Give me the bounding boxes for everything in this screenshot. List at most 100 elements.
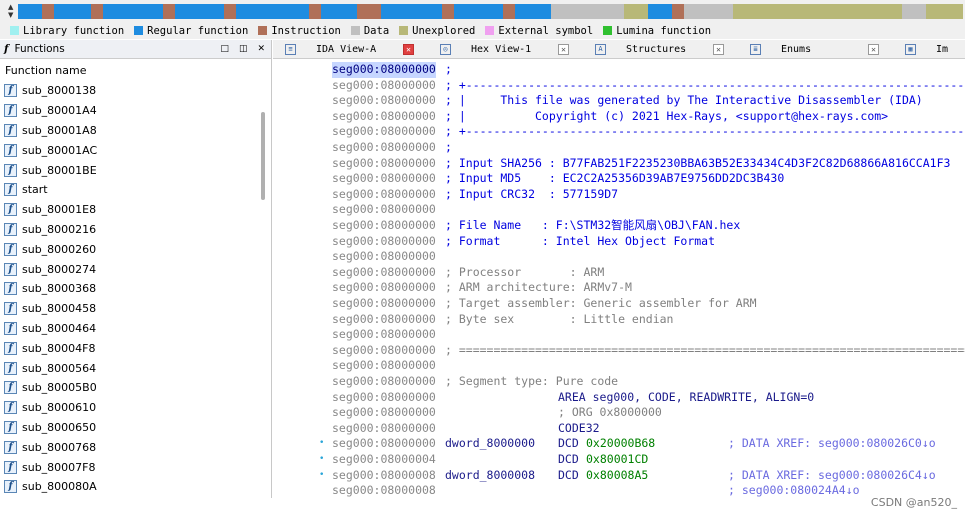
disasm-label[interactable]: dword_8000000 xyxy=(445,436,535,452)
navigation-strip-segment[interactable] xyxy=(320,4,358,19)
disasm-line[interactable]: seg000:08000000 ; Segment type: Pure code xyxy=(273,374,965,390)
navigation-strip-segment[interactable] xyxy=(684,4,733,19)
float-icon[interactable]: ◫ xyxy=(239,44,248,54)
ida-view-disassembly[interactable]: seg000:08000000; seg000:08000000; +------… xyxy=(273,60,965,498)
navigation-strip-segment[interactable] xyxy=(441,4,455,19)
function-list-item[interactable]: f sub_8000650 xyxy=(0,418,260,438)
restore-icon[interactable]: □ xyxy=(220,44,229,54)
navigation-strip-segment[interactable] xyxy=(623,4,648,19)
navigation-strip-segment[interactable] xyxy=(54,4,91,19)
disasm-line[interactable]: seg000:08000000 ; Input MD5 : EC2C2A25356… xyxy=(273,171,965,187)
disasm-line[interactable]: seg000:08000000 ; =======================… xyxy=(273,343,965,359)
navigation-strip-segment[interactable] xyxy=(163,4,176,19)
function-list-item[interactable]: f sub_8000564 xyxy=(0,358,260,378)
disasm-line[interactable]: seg000:08000000 ; Processor : ARM xyxy=(273,265,965,281)
function-list-item[interactable]: f sub_8000464 xyxy=(0,319,260,339)
disasm-line[interactable]: seg000:08000000 ; Input CRC32 : 577159D7 xyxy=(273,187,965,203)
disasm-line[interactable]: seg000:08000000 ; Input SHA256 : B77FAB25… xyxy=(273,156,965,172)
function-list-item[interactable]: f sub_80001BE xyxy=(0,160,260,180)
disasm-xref[interactable]: ; DATA XREF: seg000:080026C0↓o xyxy=(728,436,936,452)
disasm-line[interactable]: seg000:08000000 ; Format : Intel Hex Obje… xyxy=(273,234,965,250)
disasm-line[interactable]: seg000:08000000 ; Byte sex : Little endia… xyxy=(273,312,965,328)
navigation-strip-segment[interactable] xyxy=(381,4,442,19)
navigation-strip-segment[interactable] xyxy=(454,4,503,19)
function-list-item[interactable]: f sub_80001A8 xyxy=(0,121,260,141)
disasm-line[interactable]: seg000:08000000 ; | Copyright (c) 2021 He… xyxy=(273,109,965,125)
function-list-item[interactable]: f sub_8000458 xyxy=(0,299,260,319)
disasm-line[interactable]: • seg000:08000004 DCD 0x80001CD xyxy=(273,452,965,468)
tab-close-icon[interactable]: ✕ xyxy=(713,44,724,55)
navigation-strip-segment[interactable] xyxy=(42,4,55,19)
function-list-item[interactable]: f sub_8000260 xyxy=(0,239,260,259)
navigation-band[interactable]: ▲ ▼ xyxy=(0,0,965,22)
disasm-line[interactable]: seg000:08000000 ; +----------------------… xyxy=(273,78,965,94)
disasm-operand[interactable]: 0x80008A5 xyxy=(586,468,648,484)
function-list-item[interactable]: f sub_80005B0 xyxy=(0,378,260,398)
function-list-item[interactable]: f sub_8000368 xyxy=(0,279,260,299)
disasm-line[interactable]: • seg000:08000008 dword_8000008 DCD 0x80008A… xyxy=(273,468,965,484)
function-list-item[interactable]: f sub_80001A4 xyxy=(0,101,260,121)
disasm-line[interactable]: seg000:08000008 ; seg000:080024A4↓o xyxy=(273,483,965,498)
disasm-operand[interactable]: 0x20000B68 xyxy=(586,436,655,452)
disasm-line[interactable]: seg000:08000000 ; Target assembler: Gener… xyxy=(273,296,965,312)
disasm-line[interactable]: seg000:08000000 ; ARM architecture: ARMv7… xyxy=(273,280,965,296)
tab-ida-view-a[interactable]: ≡ IDA View-A ✕ xyxy=(273,40,428,58)
disasm-line[interactable]: seg000:08000000 xyxy=(273,327,965,343)
disasm-line[interactable]: seg000:08000000 xyxy=(273,358,965,374)
disasm-line[interactable]: seg000:08000000 ; File Name : F:\STM32智能风… xyxy=(273,218,965,234)
disasm-line[interactable]: seg000:08000000 ; ORG 0x8000000 xyxy=(273,405,965,421)
function-list-scrollbar[interactable] xyxy=(261,112,265,200)
tab-close-icon[interactable]: ✕ xyxy=(558,44,569,55)
navigation-strip-segment[interactable] xyxy=(175,4,224,19)
disasm-line[interactable]: seg000:08000000; xyxy=(273,62,965,78)
disasm-line[interactable]: seg000:08000000 CODE32 xyxy=(273,421,965,437)
disasm-operand[interactable]: 0x80001CD xyxy=(586,452,648,468)
disasm-line[interactable]: • seg000:08000000 dword_8000000 DCD 0x20000B… xyxy=(273,436,965,452)
disasm-line[interactable]: seg000:08000000 ; +----------------------… xyxy=(273,124,965,140)
disasm-line[interactable]: seg000:08000000; xyxy=(273,140,965,156)
tab-close-icon[interactable]: ✕ xyxy=(868,44,879,55)
function-list-item[interactable]: f sub_8000138 xyxy=(0,81,260,101)
navigation-strip-segment[interactable] xyxy=(732,4,903,19)
function-list-item[interactable]: f sub_8000610 xyxy=(0,398,260,418)
disasm-line[interactable]: seg000:08000000 xyxy=(273,249,965,265)
tab-close-icon[interactable]: ✕ xyxy=(403,44,414,55)
function-list-item[interactable]: f sub_800080A xyxy=(0,477,260,497)
navigation-strip-segment[interactable] xyxy=(514,4,551,19)
function-list-item[interactable]: f sub_80001AC xyxy=(0,140,260,160)
navigation-strip-segment[interactable] xyxy=(236,4,309,19)
disasm-xref[interactable]: ; DATA XREF: seg000:080026C4↓o xyxy=(728,468,936,484)
navigation-strip-segment[interactable] xyxy=(502,4,515,19)
navigation-strip-segment[interactable] xyxy=(902,4,927,19)
function-list-item[interactable]: f start xyxy=(0,180,260,200)
navigation-strip-segment[interactable] xyxy=(18,4,43,19)
navigation-strip-segment[interactable] xyxy=(550,4,624,19)
disasm-line[interactable]: seg000:08000000 ; | This file was generat… xyxy=(273,93,965,109)
function-list-item[interactable]: f sub_80001E8 xyxy=(0,200,260,220)
navigation-strip-segment[interactable] xyxy=(308,4,321,19)
disasm-line[interactable]: seg000:08000000 AREA seg000, CODE, READWR… xyxy=(273,390,965,406)
close-icon[interactable]: ✕ xyxy=(257,44,265,54)
function-list-item[interactable]: f sub_80007F8 xyxy=(0,457,260,477)
navigation-strip-segment[interactable] xyxy=(647,4,673,19)
function-name-column-header[interactable]: Function name xyxy=(0,59,271,81)
tab-structures[interactable]: A Structures ✕ xyxy=(583,40,738,58)
navigation-strip-segment[interactable] xyxy=(102,4,164,19)
navigation-strip-segment[interactable] xyxy=(223,4,237,19)
navigation-strip-segment[interactable] xyxy=(926,4,963,19)
function-list-item[interactable]: f sub_8000274 xyxy=(0,259,260,279)
disasm-line[interactable]: seg000:08000000 xyxy=(273,202,965,218)
function-list-item[interactable]: f sub_8000768 xyxy=(0,437,260,457)
navigation-strip-segment[interactable] xyxy=(672,4,685,19)
tab-hex-view-1[interactable]: ◎ Hex View-1 ✕ xyxy=(428,40,583,58)
navigation-strip-segment[interactable] xyxy=(357,4,382,19)
navigation-strip[interactable] xyxy=(18,4,963,19)
function-list-item[interactable]: f sub_8000216 xyxy=(0,220,260,240)
navigation-strip-segment[interactable] xyxy=(90,4,103,19)
tab-enums[interactable]: ≣ Enums ✕ xyxy=(738,40,893,58)
tab-im[interactable]: ▦ Im xyxy=(893,40,965,58)
disasm-label[interactable]: dword_8000008 xyxy=(445,468,535,484)
nav-scroll-arrows[interactable]: ▲ ▼ xyxy=(8,3,18,19)
disasm-xref[interactable]: ; seg000:080024A4↓o xyxy=(728,483,860,498)
function-list-item[interactable]: f sub_80004F8 xyxy=(0,338,260,358)
